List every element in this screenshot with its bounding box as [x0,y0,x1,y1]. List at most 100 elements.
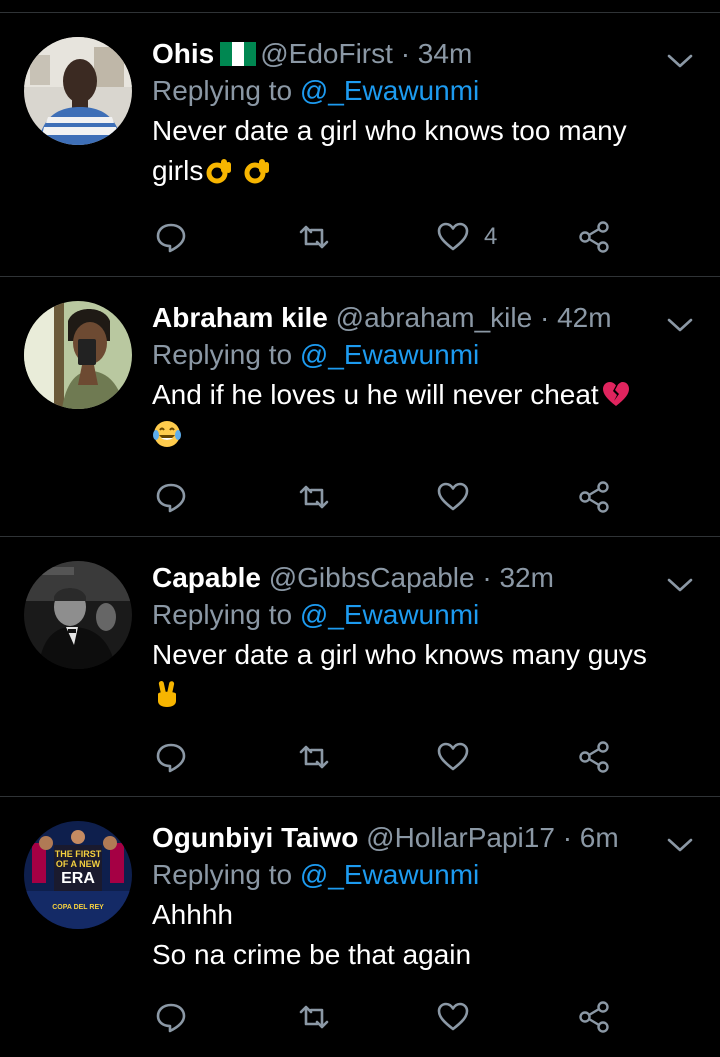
chevron-down-icon[interactable] [666,577,694,593]
share-button[interactable] [578,997,612,1037]
reply-mention-link[interactable]: @_Ewawunmi [300,859,479,890]
tweet-text-line [152,415,692,455]
speech-bubble-icon [156,1003,186,1033]
user-handle[interactable]: @abraham_kile [336,302,533,333]
speech-bubble-icon [156,743,186,773]
tweet-text-line: So na crime be that again [152,939,472,970]
display-name[interactable]: Abraham kile [152,302,328,333]
avatar-text-line: ERA [61,870,95,887]
user-handle[interactable]: @EdoFirst [260,38,393,69]
like-button[interactable] [436,477,484,517]
ok-hand-emoji [244,159,270,184]
victory-hand-emoji [158,681,176,707]
replying-to: Replying to @_Ewawunmi [152,335,692,375]
tweet-text: Ahhhh So na crime be that again [152,895,692,975]
avatar-image-ohis [24,37,132,145]
replying-prefix: Replying to [152,599,293,630]
retweet-arrows-icon [299,745,329,769]
like-button[interactable]: 4 [436,217,497,257]
chevron-down-icon[interactable] [666,53,694,69]
retweet-arrows-icon [299,485,329,509]
tweet-actions [152,997,622,1037]
tweet-4[interactable]: THE FIRST OF A NEW ERA COPA DEL REY Ogun… [0,797,720,1057]
reply-mention-link[interactable]: @_Ewawunmi [300,339,479,370]
tweet-text-line: Never date a girl who knows too many [152,115,627,146]
reply-mention-link[interactable]: @_Ewawunmi [300,75,479,106]
avatar-image-capable [24,561,132,669]
user-handle[interactable]: @HollarPapi17 [366,822,555,853]
user-handle[interactable]: @GibbsCapable [269,562,475,593]
tweet-time[interactable]: 34m [418,38,472,69]
tweet-text-line [152,675,692,715]
retweet-button[interactable] [297,997,331,1037]
retweet-arrows-icon [299,225,329,249]
replying-prefix: Replying to [152,859,293,890]
replying-prefix: Replying to [152,75,293,106]
like-button[interactable] [436,997,484,1037]
tweet-header: Ogunbiyi Taiwo @HollarPapi17 · 6m [152,821,692,855]
avatar[interactable]: THE FIRST OF A NEW ERA COPA DEL REY [24,821,132,929]
avatar[interactable] [24,301,132,409]
speech-bubble-icon [156,483,186,513]
like-count: 4 [484,223,498,250]
share-nodes-icon [579,221,609,253]
separator-dot: · [562,822,573,853]
avatar[interactable] [24,37,132,145]
reply-button[interactable] [154,997,188,1037]
replying-to: Replying to @_Ewawunmi [152,595,692,635]
avatar[interactable] [24,561,132,669]
heart-outline-icon [437,742,469,771]
avatar-text-line: OF A NEW [56,859,101,869]
nigeria-flag-icon [220,42,257,66]
tweet-time[interactable]: 6m [580,822,619,853]
share-button[interactable] [578,737,612,777]
ok-hand-emoji [206,159,232,184]
tweet-3[interactable]: Capable @GibbsCapable · 32m Replying to … [0,537,720,797]
tweet-header: Ohis @EdoFirst · 34m [152,37,692,71]
replying-to: Replying to @_Ewawunmi [152,71,692,111]
tweet-1[interactable]: Ohis @EdoFirst · 34m Replying to @_Ewawun… [0,13,720,277]
reply-button[interactable] [154,477,188,517]
tweet-actions [152,477,622,517]
tweet-text-line: Ahhhh [152,899,233,930]
tweet-time[interactable]: 32m [499,562,553,593]
chevron-down-icon[interactable] [666,317,694,333]
tweet-text-line: Never date a girl who knows many guys [152,639,647,670]
speech-bubble-icon [156,223,186,253]
share-nodes-icon [579,741,609,773]
display-name[interactable]: Capable [152,562,261,593]
avatar-text-line: THE FIRST [55,849,102,859]
tweet-header: Abraham kile @abraham_kile · 42m [152,301,692,335]
tweet-header: Capable @GibbsCapable · 32m [152,561,692,595]
share-button[interactable] [578,477,612,517]
heart-outline-icon [437,222,469,251]
chevron-down-icon[interactable] [666,837,694,853]
retweet-button[interactable] [297,737,331,777]
replying-to: Replying to @_Ewawunmi [152,855,692,895]
tweet-content: Ohis @EdoFirst · 34m Replying to @_Ewawun… [152,37,692,191]
share-button[interactable] [578,217,612,257]
display-name[interactable]: Ogunbiyi Taiwo [152,822,358,853]
tweet-2[interactable]: Abraham kile @abraham_kile · 42m Replyin… [0,277,720,537]
tweet-time[interactable]: 42m [557,302,611,333]
display-name[interactable]: Ohis [152,38,214,69]
broken-heart-emoji [602,382,629,406]
tweet-actions: 4 [152,217,622,257]
separator-dot: · [482,562,492,593]
reply-mention-link[interactable]: @_Ewawunmi [300,599,479,630]
tweet-text: And if he loves u he will never cheat [152,375,692,455]
retweet-button[interactable] [297,477,331,517]
separator-dot: · [400,38,411,69]
tweet-text-line: girls [152,151,692,191]
reply-button[interactable] [154,737,188,777]
avatar-image-abraham [24,301,132,409]
tweet-text-line: And if he loves u he will never cheat [152,375,692,415]
like-button[interactable] [436,737,484,777]
avatar-image-ogunbiyi: THE FIRST OF A NEW ERA COPA DEL REY [24,821,132,929]
reply-button[interactable] [154,217,188,257]
tweet-text: Never date a girl who knows many guys [152,635,692,715]
retweet-button[interactable] [297,217,331,257]
tweet-text: Never date a girl who knows too many gir… [152,111,692,191]
heart-outline-icon [437,482,469,511]
heart-outline-icon [437,1002,469,1031]
